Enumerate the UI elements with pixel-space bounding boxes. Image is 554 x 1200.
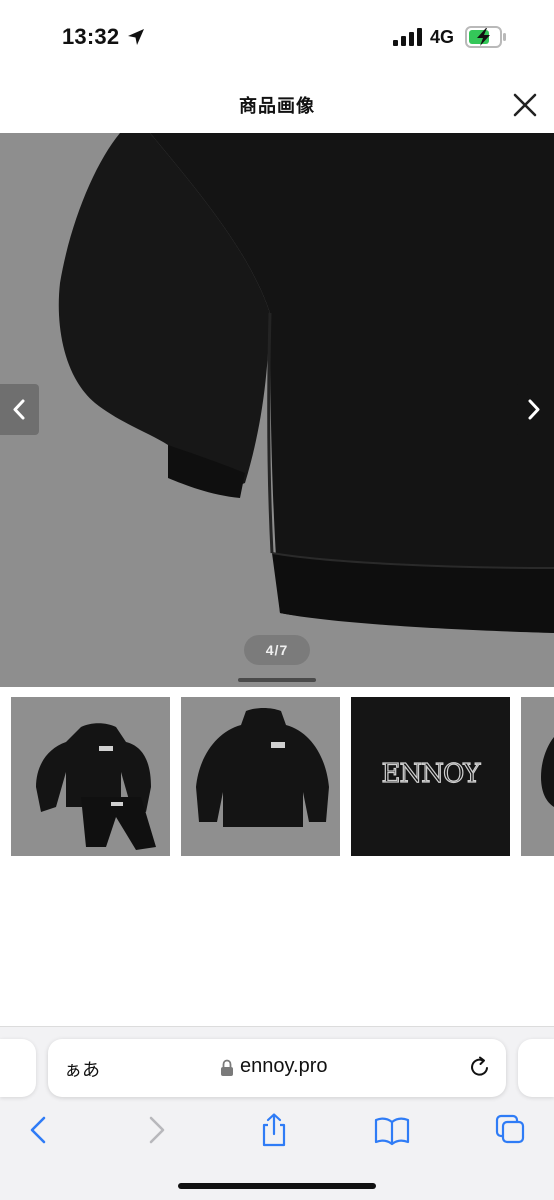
modal-header: 商品画像 [0, 80, 554, 128]
tabs-icon[interactable] [491, 1112, 531, 1148]
thumbnail-image-setup [11, 697, 170, 856]
previous-image-button[interactable] [0, 384, 39, 435]
battery-charging-icon [465, 26, 506, 48]
url-text: ennoy.pro [240, 1055, 328, 1077]
status-bar: 13:32 4G [0, 0, 554, 76]
thumbnail-image-partial [521, 697, 554, 856]
lock-icon [221, 1059, 233, 1076]
chevron-left-icon [13, 399, 25, 420]
next-image-button[interactable] [515, 384, 554, 435]
page-title: 商品画像 [239, 96, 315, 116]
cellular-signal-icon [393, 28, 422, 46]
brand-logo-text: ENNOY [381, 758, 481, 789]
thumbnail-3[interactable]: ENNOY [351, 697, 510, 856]
reader-options-button[interactable]: ぁあ [64, 1056, 100, 1082]
location-arrow-icon [128, 29, 144, 45]
network-label: 4G [430, 27, 455, 47]
scroll-indicator [238, 678, 316, 682]
previous-tab-card[interactable] [0, 1039, 36, 1097]
thumbnail-4[interactable] [521, 697, 554, 856]
thumbnail-2[interactable] [181, 697, 340, 856]
reload-icon[interactable] [468, 1055, 492, 1079]
next-tab-card[interactable] [518, 1039, 554, 1097]
main-product-image[interactable] [0, 133, 554, 687]
sweatshirt-image [0, 133, 554, 687]
chevron-right-icon [528, 399, 540, 420]
home-indicator [178, 1183, 376, 1189]
address-bar[interactable]: ぁあ ennoy.pro [48, 1039, 506, 1097]
bookmarks-icon[interactable] [372, 1112, 412, 1148]
thumbnail-1[interactable] [11, 697, 170, 856]
browser-toolbar: ぁあ ennoy.pro [0, 1026, 554, 1200]
back-icon[interactable] [18, 1112, 58, 1148]
status-time: 13:32 [62, 24, 120, 49]
close-icon[interactable] [510, 90, 540, 120]
page: 13:32 4G 商品画像 4/7 ENNOY ぁあ ennoy.pro [0, 0, 554, 1200]
forward-icon[interactable] [137, 1112, 177, 1148]
image-counter: 4/7 [244, 635, 310, 665]
share-icon[interactable] [254, 1112, 294, 1148]
thumbnail-image-sweatshirt [181, 697, 340, 856]
